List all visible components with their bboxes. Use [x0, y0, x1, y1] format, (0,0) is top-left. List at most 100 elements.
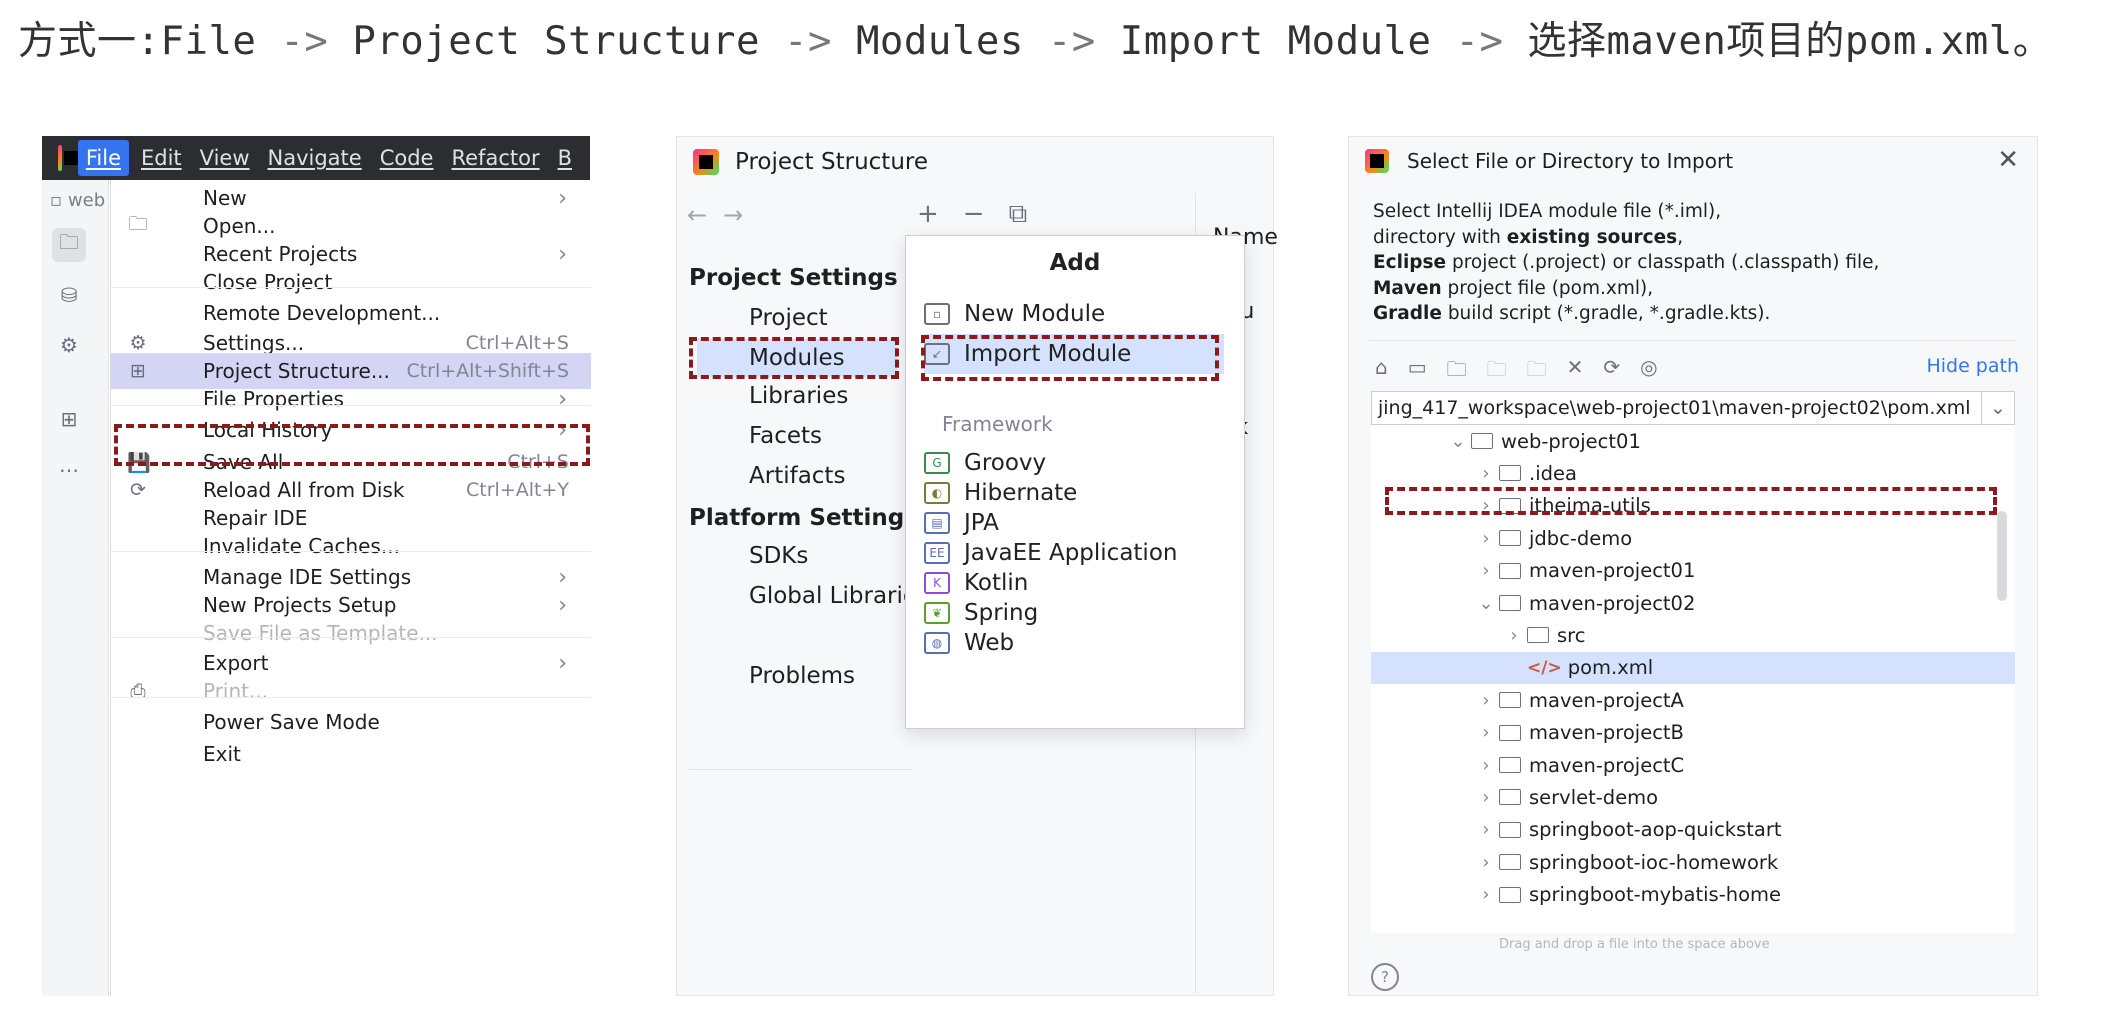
- platform-settings-heading: Platform Settings: [689, 505, 918, 531]
- tree-item[interactable]: › jdbc-demo: [1473, 522, 1632, 554]
- chevron-right-icon[interactable]: ›: [1473, 560, 1499, 581]
- help-icon[interactable]: ?: [1371, 963, 1399, 991]
- chevron-right-icon[interactable]: ›: [1473, 884, 1499, 905]
- project-folder-icon[interactable]: 🗀: [52, 228, 86, 262]
- framework-item-groovy[interactable]: G Groovy: [924, 448, 1224, 478]
- home-icon[interactable]: ⌂: [1375, 355, 1388, 389]
- settings-item-global-libraries[interactable]: Global Librarie: [749, 583, 917, 609]
- menu-view[interactable]: View: [200, 146, 250, 170]
- tree-scrollbar[interactable]: [1997, 511, 2007, 601]
- framework-item-spring[interactable]: ❦ Spring: [924, 598, 1224, 628]
- new-module-item[interactable]: ▫ New Module: [924, 294, 1224, 334]
- path-input[interactable]: jing_417_workspace\web-project01\maven-p…: [1371, 391, 2015, 425]
- menu-item-exit[interactable]: Exit: [111, 736, 591, 772]
- tree-item[interactable]: › maven-projectA: [1473, 684, 1684, 716]
- tree-item[interactable]: › servlet-demo: [1473, 781, 1658, 813]
- settings-item-sdks[interactable]: SDKs: [749, 543, 808, 569]
- tree-item-label: maven-project02: [1529, 591, 1696, 615]
- close-icon[interactable]: ✕: [1997, 145, 2019, 175]
- new-folder-icon[interactable]: 🗀: [1527, 355, 1547, 389]
- tree-item[interactable]: ⌄ web-project01: [1445, 425, 1641, 457]
- project-folder-icon[interactable]: 🗀: [1447, 355, 1467, 389]
- tree-item[interactable]: › maven-projectC: [1473, 749, 1684, 781]
- menu-code[interactable]: Code: [380, 146, 434, 170]
- settings-item-libraries[interactable]: Libraries: [749, 383, 848, 409]
- chevron-right-icon[interactable]: ›: [1473, 819, 1499, 840]
- database-icon[interactable]: ⛁: [52, 278, 86, 312]
- refresh-icon[interactable]: ⟳: [1603, 355, 1620, 389]
- chevron-right-icon[interactable]: ›: [1473, 787, 1499, 808]
- file-toolbar: ⌂ ▭ 🗀 🗀 🗀 ✕ ⟳ ◎: [1375, 355, 1658, 389]
- structure-icon[interactable]: ⊞: [52, 402, 86, 436]
- framework-item-javaee-application[interactable]: EE JavaEE Application: [924, 538, 1224, 568]
- gear-icon: ⚙: [129, 332, 147, 354]
- intellij-logo-icon: [58, 145, 78, 171]
- modules-highlight: [689, 337, 899, 379]
- settings-icon[interactable]: ⚙: [52, 328, 86, 362]
- project-structure-titlebar: Project Structure: [693, 149, 928, 175]
- tree-item[interactable]: › springboot-aop-quickstart: [1473, 814, 1782, 846]
- menu-navigate[interactable]: Navigate: [268, 146, 362, 170]
- menu-item-label: Close Project: [203, 270, 333, 294]
- tree-item[interactable]: ⌄ maven-project02: [1473, 587, 1695, 619]
- menu-item-label: Project Structure...: [203, 359, 390, 383]
- project-tab[interactable]: ▫ web: [50, 190, 105, 211]
- framework-item-hibernate[interactable]: ◐ Hibernate: [924, 478, 1224, 508]
- settings-item-facets[interactable]: Facets: [749, 423, 822, 449]
- module-folder-icon[interactable]: 🗀: [1487, 355, 1507, 389]
- framework-item-kotlin[interactable]: K Kotlin: [924, 568, 1224, 598]
- remove-icon[interactable]: −: [963, 199, 985, 230]
- settings-item-problems[interactable]: Problems: [749, 663, 855, 689]
- add-icon[interactable]: +: [917, 199, 939, 230]
- nav-back-forward[interactable]: ←→: [687, 201, 759, 229]
- framework-item-jpa[interactable]: ▤ JPA: [924, 508, 1224, 538]
- menu-refactor[interactable]: Refactor: [451, 146, 539, 170]
- tree-item-label: .idea: [1529, 461, 1577, 485]
- folder-icon: [1499, 724, 1521, 741]
- add-popup-title: Add: [1049, 250, 1101, 276]
- description-line: Eclipse project (.project) or classpath …: [1373, 252, 1880, 273]
- tree-item-pom-xml[interactable]: </> pom.xml: [1371, 651, 2015, 684]
- more-tools-icon[interactable]: …: [52, 448, 86, 482]
- kotlin-icon: K: [924, 572, 950, 594]
- show-hidden-icon[interactable]: ◎: [1640, 355, 1657, 389]
- hide-path-link[interactable]: Hide path: [1926, 355, 2019, 377]
- hibernate-icon: ◐: [924, 482, 950, 504]
- folder-icon: [1499, 886, 1521, 903]
- tree-item-label: web-project01: [1501, 429, 1641, 453]
- menu-build[interactable]: B: [558, 146, 572, 170]
- desktop-icon[interactable]: ▭: [1408, 355, 1427, 389]
- chevron-down-icon[interactable]: ⌄: [1473, 593, 1499, 614]
- tree-item[interactable]: › springboot-mybatis-home: [1473, 879, 1781, 911]
- chevron-right-icon[interactable]: ›: [1473, 852, 1499, 873]
- settings-item-artifacts[interactable]: Artifacts: [749, 463, 845, 489]
- menu-shortcut: Ctrl+Alt+Y: [466, 479, 569, 501]
- chevron-down-icon[interactable]: ⌄: [1445, 431, 1471, 452]
- menu-shortcut: Ctrl+Alt+S: [465, 332, 569, 354]
- add-popup: Add ▫ New Module ↙ Import Module Framewo…: [905, 235, 1245, 729]
- delete-icon[interactable]: ✕: [1567, 355, 1584, 389]
- tree-item[interactable]: › springboot-ioc-homework: [1473, 846, 1778, 878]
- chevron-right-icon[interactable]: ›: [1473, 463, 1499, 484]
- framework-label: Web: [964, 630, 1015, 656]
- chevron-right-icon[interactable]: ›: [1473, 690, 1499, 711]
- tree-item[interactable]: › .idea: [1473, 457, 1577, 489]
- chevron-right-icon[interactable]: ›: [1473, 722, 1499, 743]
- chevron-right-icon[interactable]: ›: [1473, 528, 1499, 549]
- copy-icon[interactable]: ⧉: [1009, 199, 1028, 230]
- menu-file[interactable]: File: [77, 140, 129, 176]
- menu-edit[interactable]: Edit: [141, 146, 182, 170]
- chevron-right-icon[interactable]: ›: [1501, 625, 1527, 646]
- project-structure-highlight: [114, 424, 590, 466]
- framework-item-web[interactable]: ◍ Web: [924, 628, 1224, 658]
- menu-item-power-save-mode[interactable]: Power Save Mode: [111, 704, 591, 740]
- chevron-right-icon[interactable]: ›: [1473, 755, 1499, 776]
- tree-item-label: springboot-aop-quickstart: [1529, 818, 1782, 842]
- tree-item[interactable]: › src: [1501, 619, 1585, 651]
- settings-item-project[interactable]: Project: [749, 305, 828, 331]
- tree-item[interactable]: › maven-projectB: [1473, 717, 1684, 749]
- project-structure-panel: Project Structure ←→ + − ⧉ Project Setti…: [676, 136, 1278, 996]
- menu-item-label: New Projects Setup: [203, 593, 397, 617]
- chevron-down-icon[interactable]: ⌄: [1981, 392, 2014, 424]
- tree-item[interactable]: › maven-project01: [1473, 555, 1695, 587]
